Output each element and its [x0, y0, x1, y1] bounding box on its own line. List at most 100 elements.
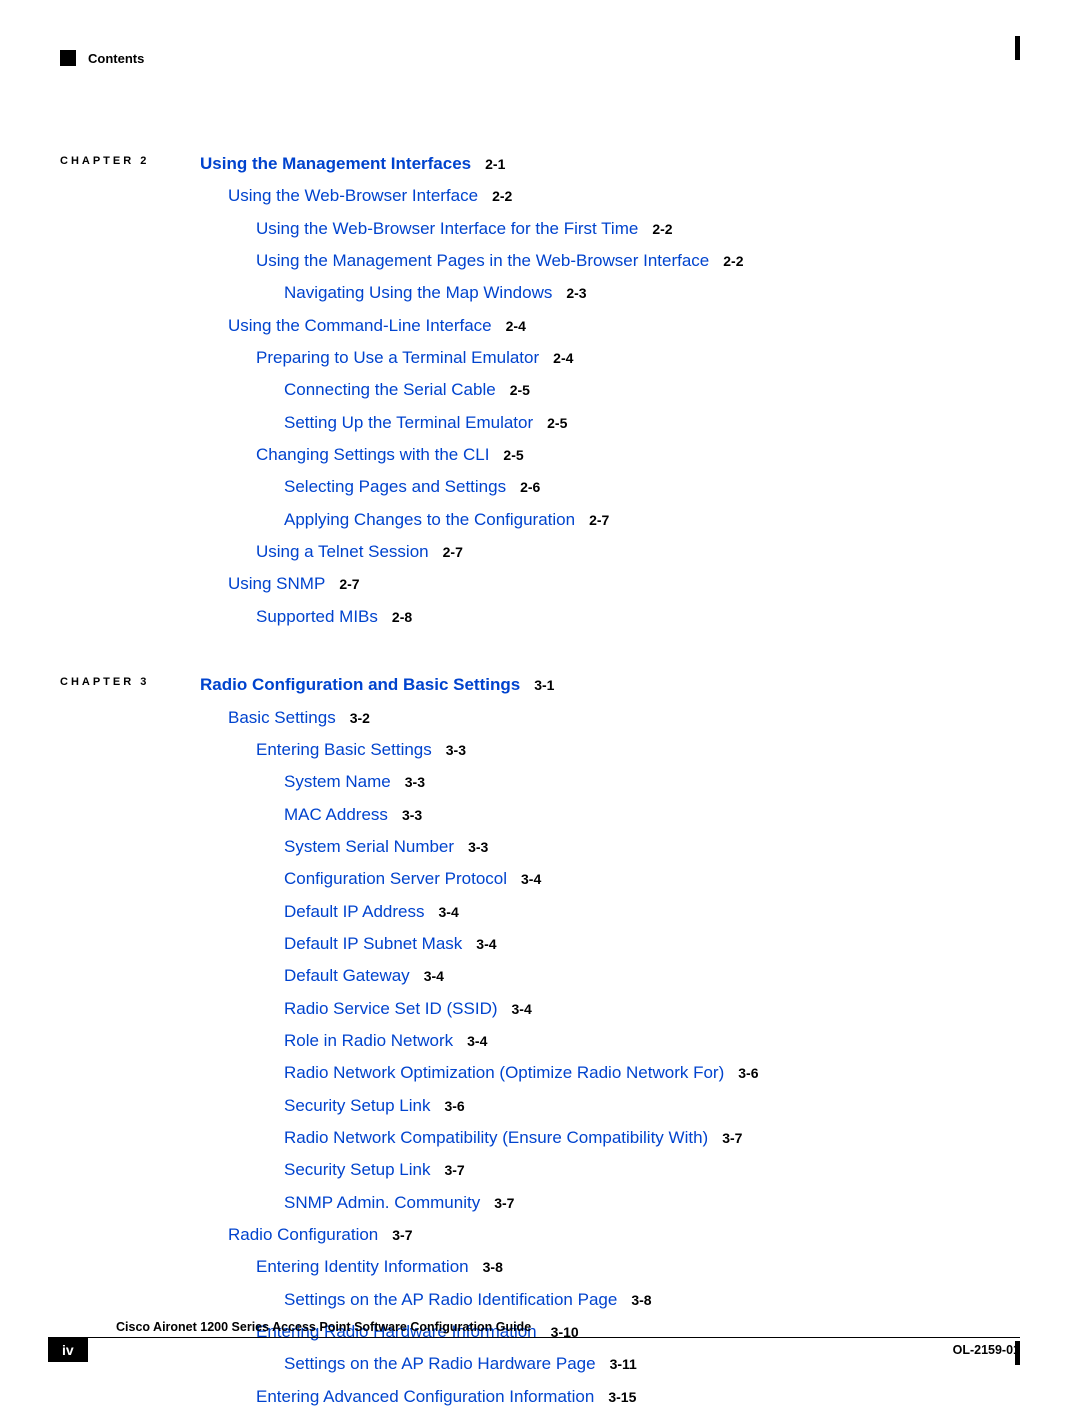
- toc-entry: Preparing to Use a Terminal Emulator 2-4: [256, 345, 1020, 371]
- toc-entry: MAC Address 3-3: [284, 802, 1020, 828]
- toc-link[interactable]: Default IP Address: [284, 902, 425, 921]
- chapter-title-page: 3-1: [534, 677, 554, 693]
- toc-page: 3-4: [467, 1033, 487, 1049]
- header-label: Contents: [88, 51, 144, 66]
- toc-link[interactable]: Setting Up the Terminal Emulator: [284, 413, 533, 432]
- toc-entry: Radio Configuration 3-7: [228, 1222, 1020, 1248]
- toc-link[interactable]: SNMP Admin. Community: [284, 1193, 480, 1212]
- toc-page: 2-8: [392, 609, 412, 625]
- toc-entry: Changing Settings with the CLI 2-5: [256, 442, 1020, 468]
- toc-entry: Entering Basic Settings 3-3: [256, 737, 1020, 763]
- chapter-label: CHAPTER 2: [60, 151, 200, 167]
- toc-link[interactable]: System Serial Number: [284, 837, 454, 856]
- crop-mark-top: [1015, 36, 1020, 60]
- toc-link[interactable]: Entering Basic Settings: [256, 740, 432, 759]
- toc-page: 2-5: [547, 415, 567, 431]
- toc-page: 3-3: [446, 742, 466, 758]
- toc-link[interactable]: Radio Network Optimization (Optimize Rad…: [284, 1063, 724, 1082]
- toc-page: 2-6: [520, 479, 540, 495]
- toc-link[interactable]: Radio Network Compatibility (Ensure Comp…: [284, 1128, 708, 1147]
- toc-link[interactable]: Settings on the AP Radio Identification …: [284, 1290, 617, 1309]
- toc-entry: Using SNMP 2-7: [228, 571, 1020, 597]
- toc-link[interactable]: Supported MIBs: [256, 607, 378, 626]
- toc-entry: Applying Changes to the Configuration 2-7: [284, 507, 1020, 533]
- toc-link[interactable]: Using the Web-Browser Interface for the …: [256, 219, 638, 238]
- toc-entry: Using the Command-Line Interface2-4: [228, 313, 1020, 339]
- toc-link[interactable]: MAC Address: [284, 805, 388, 824]
- toc-page: 3-6: [444, 1098, 464, 1114]
- toc-entry: Basic Settings 3-2: [228, 705, 1020, 731]
- header-marker: [60, 50, 76, 66]
- toc-entry: System Name3-3: [284, 769, 1020, 795]
- toc-link[interactable]: Role in Radio Network: [284, 1031, 453, 1050]
- toc-entry: Connecting the Serial Cable 2-5: [284, 377, 1020, 403]
- toc-link[interactable]: Selecting Pages and Settings: [284, 477, 506, 496]
- toc-page: 2-7: [589, 512, 609, 528]
- toc-entry: Settings on the AP Radio Identification …: [284, 1287, 1020, 1313]
- toc-link[interactable]: Using the Management Pages in the Web-Br…: [256, 251, 709, 270]
- toc-page: 3-7: [444, 1162, 464, 1178]
- toc-link[interactable]: Applying Changes to the Configuration: [284, 510, 575, 529]
- toc-link[interactable]: Default Gateway: [284, 966, 410, 985]
- toc-page: 3-4: [512, 1001, 532, 1017]
- toc-entry: Default IP Subnet Mask3-4: [284, 931, 1020, 957]
- toc-page: 3-6: [738, 1065, 758, 1081]
- toc-link[interactable]: Using the Web-Browser Interface: [228, 186, 478, 205]
- toc-link[interactable]: Changing Settings with the CLI: [256, 445, 489, 464]
- footer-row: iv OL-2159-01: [48, 1338, 1020, 1362]
- toc-link[interactable]: Basic Settings: [228, 708, 336, 727]
- toc-entry: Radio Network Compatibility (Ensure Comp…: [284, 1125, 1020, 1151]
- header-row: Contents: [60, 50, 1020, 66]
- toc-page: 2-2: [723, 253, 743, 269]
- toc-link[interactable]: Using a Telnet Session: [256, 542, 429, 561]
- chapter-title-page: 2-1: [485, 156, 505, 172]
- toc-entry: Radio Network Optimization (Optimize Rad…: [284, 1060, 1020, 1086]
- toc-entry: Using the Management Pages in the Web-Br…: [256, 248, 1020, 274]
- chapter-label: CHAPTER 3: [60, 672, 200, 688]
- toc-page: 3-2: [350, 710, 370, 726]
- toc-page: 3-7: [392, 1227, 412, 1243]
- toc-link[interactable]: Configuration Server Protocol: [284, 869, 507, 888]
- toc-link[interactable]: Entering Identity Information: [256, 1257, 469, 1276]
- chapter-block: CHAPTER 3Radio Configuration and Basic S…: [60, 672, 1020, 1416]
- toc-entry: Using the Web-Browser Interface for the …: [256, 216, 1020, 242]
- toc-page: 2-3: [566, 285, 586, 301]
- toc-entry: Using the Web-Browser Interface 2-2: [228, 183, 1020, 209]
- toc-link[interactable]: Radio Configuration: [228, 1225, 378, 1244]
- toc-entry: Radio Service Set ID (SSID) 3-4: [284, 996, 1020, 1022]
- toc-link[interactable]: Default IP Subnet Mask: [284, 934, 462, 953]
- toc-entry: SNMP Admin. Community3-7: [284, 1190, 1020, 1216]
- toc-page: 2-5: [510, 382, 530, 398]
- toc-entry: Using a Telnet Session2-7: [256, 539, 1020, 565]
- toc-link[interactable]: Navigating Using the Map Windows: [284, 283, 552, 302]
- chapter-title-link[interactable]: Radio Configuration and Basic Settings: [200, 675, 520, 694]
- toc-link[interactable]: Radio Service Set ID (SSID): [284, 999, 498, 1018]
- chapter-body: Using the Management Interfaces2-1Using …: [200, 151, 1020, 636]
- toc-page: 2-4: [553, 350, 573, 366]
- toc-link[interactable]: Using the Command-Line Interface: [228, 316, 492, 335]
- toc-entry: Navigating Using the Map Windows 2-3: [284, 280, 1020, 306]
- page: Contents CHAPTER 2Using the Management I…: [0, 0, 1080, 1397]
- footer-title: Cisco Aironet 1200 Series Access Point S…: [116, 1320, 1020, 1334]
- toc-entry: Security Setup Link 3-7: [284, 1157, 1020, 1183]
- toc-link[interactable]: Using SNMP: [228, 574, 325, 593]
- toc-entry: Entering Identity Information3-8: [256, 1254, 1020, 1280]
- toc-entry: Default Gateway3-4: [284, 963, 1020, 989]
- chapter-title-link[interactable]: Using the Management Interfaces: [200, 154, 471, 173]
- chapter-title: Radio Configuration and Basic Settings 3-…: [200, 672, 1020, 698]
- toc-page: 2-2: [652, 221, 672, 237]
- toc-entry: Selecting Pages and Settings 2-6: [284, 474, 1020, 500]
- toc-link[interactable]: Entering Advanced Configuration Informat…: [256, 1387, 594, 1406]
- toc-link[interactable]: Connecting the Serial Cable: [284, 380, 496, 399]
- toc-page: 2-5: [503, 447, 523, 463]
- crop-mark-bottom: [1015, 1341, 1020, 1365]
- toc-page: 2-2: [492, 188, 512, 204]
- toc-link[interactable]: Security Setup Link: [284, 1160, 430, 1179]
- toc-link[interactable]: Security Setup Link: [284, 1096, 430, 1115]
- toc-link[interactable]: System Name: [284, 772, 391, 791]
- chapter-title: Using the Management Interfaces 2-1: [200, 151, 1020, 177]
- page-number: iv: [48, 1338, 88, 1362]
- toc-page: 3-3: [402, 807, 422, 823]
- toc-link[interactable]: Preparing to Use a Terminal Emulator: [256, 348, 539, 367]
- toc-page: 2-7: [339, 576, 359, 592]
